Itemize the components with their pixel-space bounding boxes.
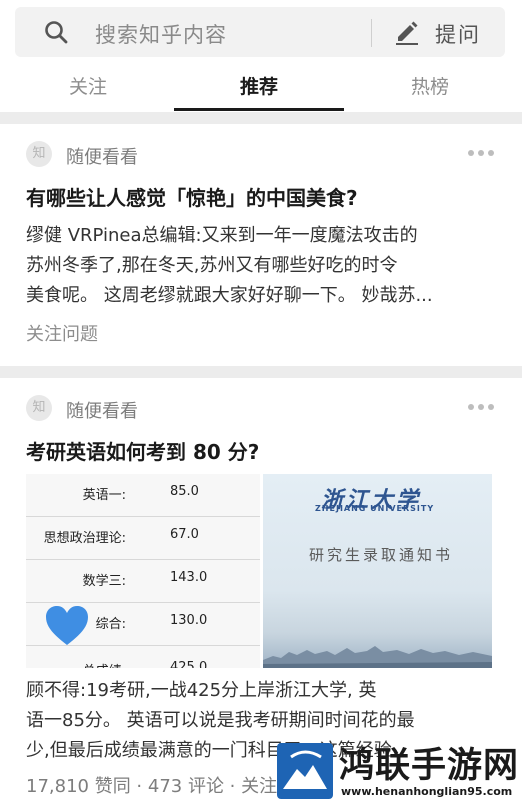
score-label: 英语一: <box>82 488 126 503</box>
feed-tabs: 关注 推荐 热榜 <box>0 64 522 112</box>
score-row: 总成绩: 425.0 <box>26 646 260 668</box>
score-label: 综合: <box>95 617 126 632</box>
more-options-icon[interactable] <box>468 150 494 158</box>
score-value: 67.0 <box>170 527 199 542</box>
watermark-text: 鸿联手游网 <box>339 746 520 786</box>
source-badge: 知 <box>26 141 52 167</box>
heart-icon <box>46 606 88 645</box>
excerpt-line: 苏州冬季了,那在冬天,苏州又有哪些好吃的时令 <box>26 255 398 276</box>
score-label: 总成绩: <box>83 660 126 668</box>
tab-hot[interactable]: 热榜 <box>345 72 515 99</box>
score-value: 85.0 <box>170 484 199 499</box>
more-options-icon[interactable] <box>468 404 494 412</box>
search-divider <box>371 19 372 47</box>
question-title[interactable]: 考研英语如何考到 80 分? <box>26 436 506 465</box>
search-box[interactable]: 搜索知乎内容 提问 <box>15 7 505 57</box>
excerpt-line: 顾不得:19考研,一战425分上岸浙江大学, 英 <box>26 680 377 701</box>
watermark-url: www.henanhonglian95.com <box>341 785 513 798</box>
score-label: 数学三: <box>82 574 126 589</box>
notice-title: 研究生录取通知书 <box>309 546 454 564</box>
active-tab-indicator <box>174 108 344 111</box>
score-row: 数学三: 143.0 <box>26 560 260 603</box>
ask-button[interactable]: 提问 <box>435 19 481 49</box>
school-english-name: ZHEJIANG UNIVERSITY <box>315 504 435 513</box>
score-label: 思想政治理论: <box>43 531 126 546</box>
pencil-icon[interactable] <box>393 18 421 46</box>
answer-stats[interactable]: 17,810 赞同 · 473 评论 · 关注问题 <box>26 772 313 798</box>
source-label: 随便看看 <box>66 401 138 422</box>
watermark-logo-icon <box>277 743 333 799</box>
score-value: 130.0 <box>170 613 208 628</box>
score-value: 425.0 <box>170 660 208 668</box>
tab-recommend[interactable]: 推荐 <box>174 72 344 99</box>
score-row: 思想政治理论: 67.0 <box>26 517 260 560</box>
site-watermark: 鸿联手游网 www.henanhonglian95.com <box>273 735 522 803</box>
excerpt-line: 语一85分。 英语可以说是我考研期间时间花的最 <box>26 710 415 731</box>
feed-separator <box>0 366 522 378</box>
source-badge: 知 <box>26 395 52 421</box>
feed-card[interactable]: 知 随便看看 有哪些让人感觉「惊艳」的中国美食? 缪健 VRPinea总编辑:又… <box>0 124 522 366</box>
score-row: 英语一: 85.0 <box>26 474 260 517</box>
excerpt-line: 缪健 VRPinea总编辑:又来到一年一度魔法攻击的 <box>26 225 418 246</box>
search-placeholder[interactable]: 搜索知乎内容 <box>95 19 227 49</box>
score-value: 143.0 <box>170 570 208 585</box>
campus-skyline-graphic <box>263 646 492 668</box>
answer-excerpt[interactable]: 缪健 VRPinea总编辑:又来到一年一度魔法攻击的 苏州冬季了,那在冬天,苏州… <box>26 221 496 311</box>
follow-question-link[interactable]: 关注问题 <box>26 320 98 346</box>
feed-separator <box>0 112 522 124</box>
question-title[interactable]: 有哪些让人感觉「惊艳」的中国美食? <box>26 182 506 211</box>
excerpt-line: 美食呢。 这周老缪就跟大家好好聊一下。 妙哉苏... <box>26 285 433 306</box>
tab-following[interactable]: 关注 <box>3 72 173 99</box>
search-icon <box>45 21 68 44</box>
top-bar: 搜索知乎内容 提问 <box>0 0 522 70</box>
source-label: 随便看看 <box>66 147 138 168</box>
admission-letter-image[interactable]: 浙江大学 ZHEJIANG UNIVERSITY 研究生录取通知书 <box>263 474 492 668</box>
